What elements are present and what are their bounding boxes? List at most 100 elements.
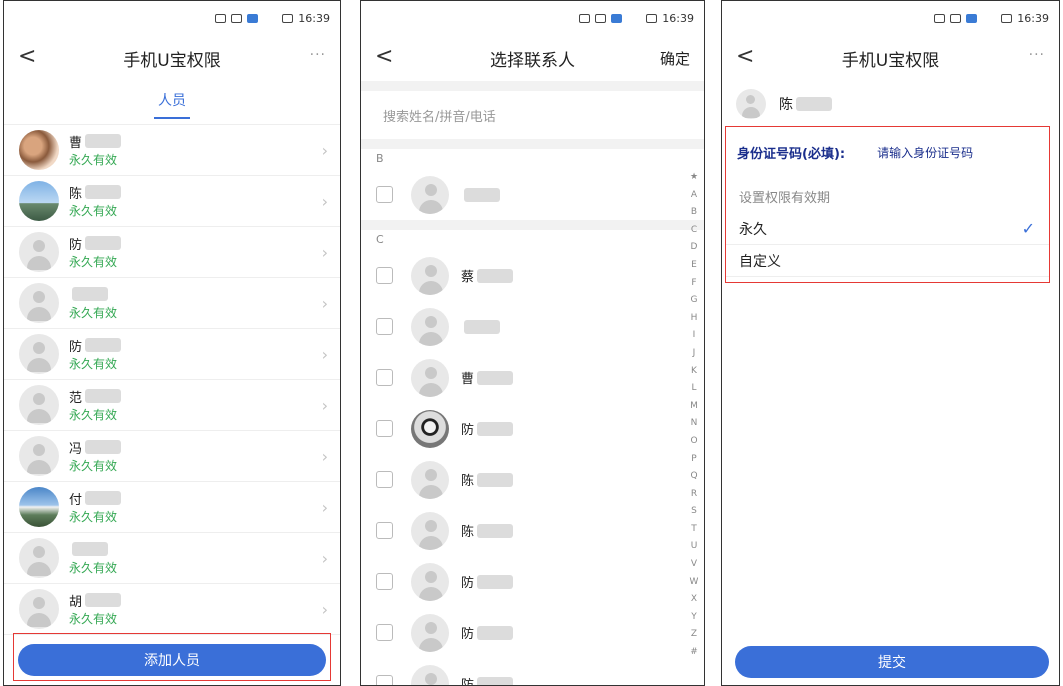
personnel-row[interactable]: 付永久有效 › [4, 482, 340, 533]
wifi-icon [231, 13, 243, 23]
contact-row[interactable] [361, 169, 704, 220]
wifi-icon [595, 13, 607, 23]
page-title: 手机U宝权限 [841, 50, 940, 71]
contact-row[interactable]: 蔡 [361, 250, 704, 301]
alphabet-letter[interactable]: J [693, 345, 696, 363]
notification-icon [966, 13, 978, 23]
personnel-row[interactable]: 冯永久有效 › [4, 431, 340, 482]
alphabet-letter[interactable]: Z [691, 626, 697, 644]
alphabet-letter[interactable]: H [691, 310, 698, 328]
alphabet-letter[interactable]: # [690, 644, 698, 662]
contact-checkbox[interactable] [376, 318, 393, 335]
alphabet-letter[interactable]: W [690, 574, 699, 592]
redacted-name [85, 440, 122, 454]
contact-checkbox[interactable] [376, 186, 393, 203]
contact-row[interactable]: 防 [361, 658, 704, 685]
alphabet-letter[interactable]: S [691, 503, 697, 521]
personnel-name: 曹 [69, 133, 322, 151]
signal-icon [934, 13, 946, 23]
alphabet-letter[interactable]: A [691, 187, 697, 205]
personnel-name [69, 286, 322, 303]
alphabet-letter[interactable]: D [691, 239, 698, 257]
alphabet-letter[interactable]: N [691, 415, 698, 433]
avatar [411, 664, 449, 685]
contact-row[interactable]: 曹 [361, 352, 704, 403]
alphabet-letter[interactable]: E [691, 257, 697, 275]
contact-checkbox[interactable] [376, 573, 393, 590]
alphabet-letter[interactable]: R [691, 486, 697, 504]
contact-row[interactable]: 防 [361, 403, 704, 454]
alphabet-letter[interactable]: L [691, 380, 696, 398]
back-icon[interactable]: < [736, 44, 754, 69]
alphabet-letter[interactable]: T [691, 521, 697, 539]
contact-checkbox[interactable] [376, 369, 393, 386]
phone-screen-permission-list: 16:39 < 手机U宝权限 ··· 人员 曹永久有效 › 陈永久有效 › 防永久有效 ›… [3, 0, 341, 686]
redacted-name [464, 187, 500, 202]
back-icon[interactable]: < [18, 44, 36, 69]
divider [361, 139, 704, 149]
alphabet-letter[interactable]: ★ [690, 169, 698, 187]
redacted-name [85, 236, 122, 250]
tab-personnel[interactable]: 人员 [154, 90, 190, 119]
alphabet-letter[interactable]: M [690, 398, 698, 416]
contact-checkbox[interactable] [376, 267, 393, 284]
redacted-name [477, 472, 514, 487]
avatar [736, 89, 766, 119]
option-custom[interactable]: 自定义 [726, 245, 1049, 277]
status-bar: 16:39 [722, 1, 1059, 35]
submit-button[interactable]: 提交 [735, 646, 1049, 678]
back-icon[interactable]: < [375, 44, 393, 69]
avatar [19, 436, 59, 476]
contact-checkbox[interactable] [376, 624, 393, 641]
personnel-row[interactable]: 曹永久有效 › [4, 125, 340, 176]
chevron-right-icon: › [321, 497, 328, 517]
chevron-right-icon: › [321, 548, 328, 568]
alphabet-letter[interactable]: U [691, 538, 698, 556]
personnel-row[interactable]: 永久有效 › [4, 278, 340, 329]
more-menu-icon[interactable]: ··· [310, 47, 326, 63]
contact-checkbox[interactable] [376, 522, 393, 539]
redacted-name [477, 574, 514, 589]
alphabet-letter[interactable]: O [690, 433, 697, 451]
alphabet-index[interactable]: ★ A B C D E F G H I J K L M N O P Q R S T U V W X Y Z # [688, 169, 700, 662]
personnel-name: 防 [69, 235, 322, 253]
contact-checkbox[interactable] [376, 675, 393, 685]
alphabet-letter[interactable]: Y [691, 609, 697, 627]
contact-row[interactable]: 陈 [361, 505, 704, 556]
alphabet-letter[interactable]: X [691, 591, 697, 609]
avatar [19, 538, 59, 578]
alphabet-letter[interactable]: P [691, 451, 696, 469]
contact-checkbox[interactable] [376, 420, 393, 437]
selected-user: 陈 [722, 81, 1059, 127]
more-menu-icon[interactable]: ··· [1029, 47, 1045, 63]
personnel-row[interactable]: 永久有效 › [4, 533, 340, 584]
alphabet-letter[interactable]: B [691, 204, 697, 222]
contact-row[interactable]: 陈 [361, 454, 704, 505]
contact-checkbox[interactable] [376, 471, 393, 488]
alphabet-letter[interactable]: C [691, 222, 697, 240]
personnel-row[interactable]: 范永久有效 › [4, 380, 340, 431]
option-permanent[interactable]: 永久 ✓ [726, 213, 1049, 245]
alphabet-letter[interactable]: F [691, 275, 696, 293]
contact-row[interactable]: 防 [361, 607, 704, 658]
personnel-row[interactable]: 陈永久有效 › [4, 176, 340, 227]
confirm-button[interactable]: 确定 [660, 48, 690, 69]
add-personnel-button[interactable]: 添加人员 [18, 644, 326, 676]
avatar [19, 232, 59, 272]
alphabet-letter[interactable]: Q [690, 468, 697, 486]
personnel-info: 陈永久有效 [69, 184, 322, 219]
id-number-input[interactable]: 请输入身份证号码 [877, 144, 973, 161]
alphabet-letter[interactable]: I [693, 327, 696, 345]
personnel-row[interactable]: 防永久有效 › [4, 227, 340, 278]
contact-row[interactable] [361, 301, 704, 352]
personnel-list: 曹永久有效 › 陈永久有效 › 防永久有效 › 永久有效 › 防永久有效 › 范永久有效 › 冯永久有效… [4, 125, 340, 635]
personnel-row[interactable]: 防永久有效 › [4, 329, 340, 380]
alphabet-letter[interactable]: G [691, 292, 698, 310]
personnel-row[interactable]: 胡永久有效 › [4, 584, 340, 635]
add-personnel-highlight: 添加人员 [13, 633, 331, 681]
alphabet-letter[interactable]: V [691, 556, 697, 574]
alphabet-letter[interactable]: K [691, 363, 697, 381]
search-input[interactable]: 搜索姓名/拼音/电话 [361, 91, 704, 139]
contact-name [461, 319, 500, 334]
contact-row[interactable]: 防 [361, 556, 704, 607]
